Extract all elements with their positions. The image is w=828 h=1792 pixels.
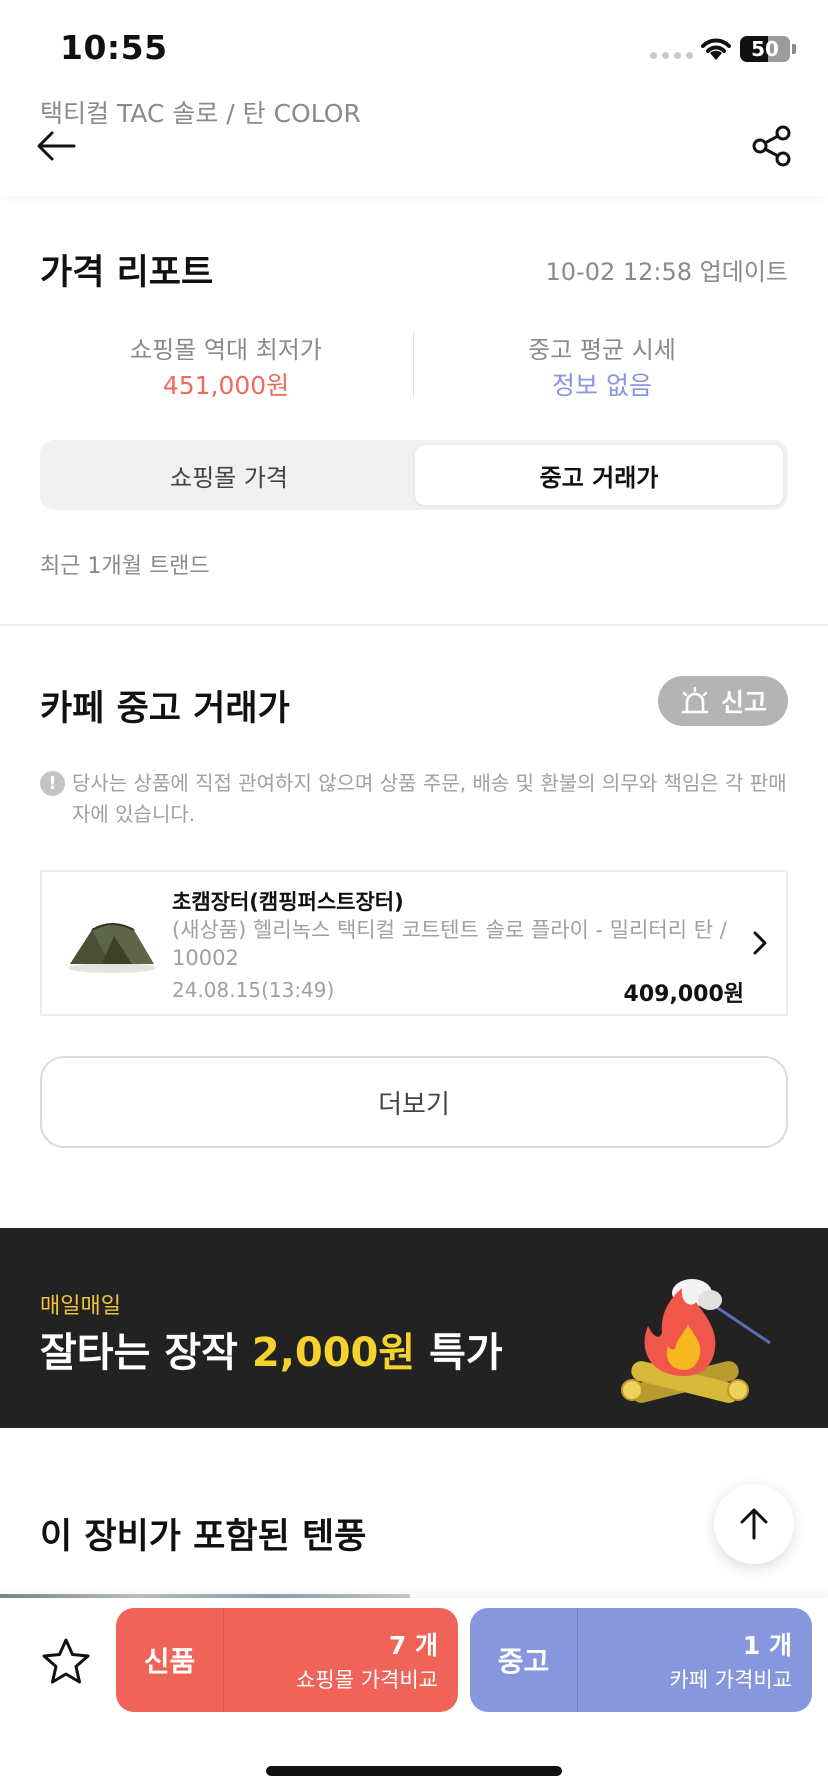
lowest-price-value: 451,000원	[162, 371, 290, 400]
cellular-signal-icon	[650, 52, 693, 59]
listing-title: (새상품) 헬리녹스 택티컬 코트텐트 솔로 플라이 - 밀리터리 탄 / 10…	[172, 918, 727, 970]
cafe-section-title: 카페 중고 거래가	[40, 689, 290, 729]
new-label: 신품	[116, 1608, 224, 1712]
trend-label: 최근 1개월 트랜드	[40, 554, 210, 579]
listing-date: 24.08.15(13:49)	[172, 978, 335, 1002]
used-label: 중고	[470, 1608, 578, 1712]
disclaimer-text: 당사는 상품에 직접 관여하지 않으며 상품 주문, 배송 및 환불의 의무와 …	[72, 771, 787, 826]
tab-shopping-price[interactable]: 쇼핑몰 가격	[45, 445, 413, 505]
banner-headline: 잘타는 장작 2,000원 특가	[40, 1320, 503, 1378]
scroll-to-top-button[interactable]	[714, 1484, 794, 1564]
bundle-section-title: 이 장비가 포함된 텐풍	[40, 1517, 367, 1557]
listing-price: 409,000원	[623, 982, 744, 1007]
section-divider	[0, 624, 828, 626]
alarm-icon	[681, 686, 709, 714]
campfire-icon	[621, 1279, 771, 1403]
stat-divider	[413, 332, 414, 398]
battery-indicator: 50	[740, 36, 796, 62]
new-subtitle: 쇼핑몰 가격비교	[296, 1668, 438, 1692]
used-count: 1 개	[742, 1631, 792, 1660]
listing-item[interactable]: 초캠장터(캠핑퍼스트장터) (새상품) 헬리녹스 택티컬 코트텐트 솔로 플라이…	[40, 870, 788, 1016]
report-label: 신고	[720, 688, 767, 717]
bottom-action-bar: 신품 7 개 쇼핑몰 가격비교 중고 1 개 카페 가격비교	[0, 1598, 828, 1792]
banner-headline-post: 특가	[415, 1330, 503, 1376]
share-icon[interactable]	[750, 124, 794, 168]
banner-tag: 매일매일	[40, 1294, 121, 1319]
status-bar: 10:55 50	[0, 0, 828, 96]
banner-price: 2,000원	[251, 1330, 416, 1376]
battery-level: 50	[751, 37, 779, 61]
updated-time: 10-02 12:58 업데이트	[545, 258, 788, 286]
chevron-right-icon	[753, 931, 767, 955]
star-icon[interactable]	[40, 1636, 92, 1688]
new-price-compare-button[interactable]: 신품 7 개 쇼핑몰 가격비교	[116, 1608, 458, 1712]
info-icon: !	[40, 771, 65, 796]
used-average-value: 정보 없음	[552, 371, 652, 400]
back-arrow-icon[interactable]	[36, 128, 76, 164]
promo-banner[interactable]: 매일매일 잘타는 장작 2,000원 특가	[0, 1228, 828, 1428]
home-indicator	[266, 1766, 562, 1776]
price-report-title: 가격 리포트	[40, 253, 214, 293]
used-average-label: 중고 평균 시세	[528, 336, 676, 364]
lowest-price-label: 쇼핑몰 역대 최저가	[130, 336, 322, 364]
product-name: 택티컬 TAC 솔로 / 탄 COLOR	[40, 99, 361, 128]
banner-headline-pre: 잘타는 장작	[40, 1330, 252, 1376]
more-button[interactable]: 더보기	[40, 1056, 788, 1148]
disclaimer-notice: ! 당사는 상품에 직접 관여하지 않으며 상품 주문, 배송 및 환불의 의무…	[40, 768, 788, 830]
price-type-segmented-control: 쇼핑몰 가격 중고 거래가	[40, 440, 788, 510]
used-price-compare-button[interactable]: 중고 1 개 카페 가격비교	[470, 1608, 812, 1712]
wifi-icon	[701, 38, 731, 60]
used-subtitle: 카페 가격비교	[669, 1668, 792, 1692]
listing-seller: 초캠장터(캠핑퍼스트장터)	[172, 890, 404, 914]
new-count: 7 개	[388, 1631, 438, 1660]
status-time: 10:55	[60, 28, 168, 67]
tab-used-trade-price[interactable]: 중고 거래가	[415, 445, 783, 505]
nav-header: 택티컬 TAC 솔로 / 탄 COLOR	[0, 88, 828, 196]
tent-thumbnail	[68, 923, 156, 973]
report-button[interactable]: 신고	[658, 676, 788, 726]
arrow-up-icon	[740, 1508, 768, 1540]
